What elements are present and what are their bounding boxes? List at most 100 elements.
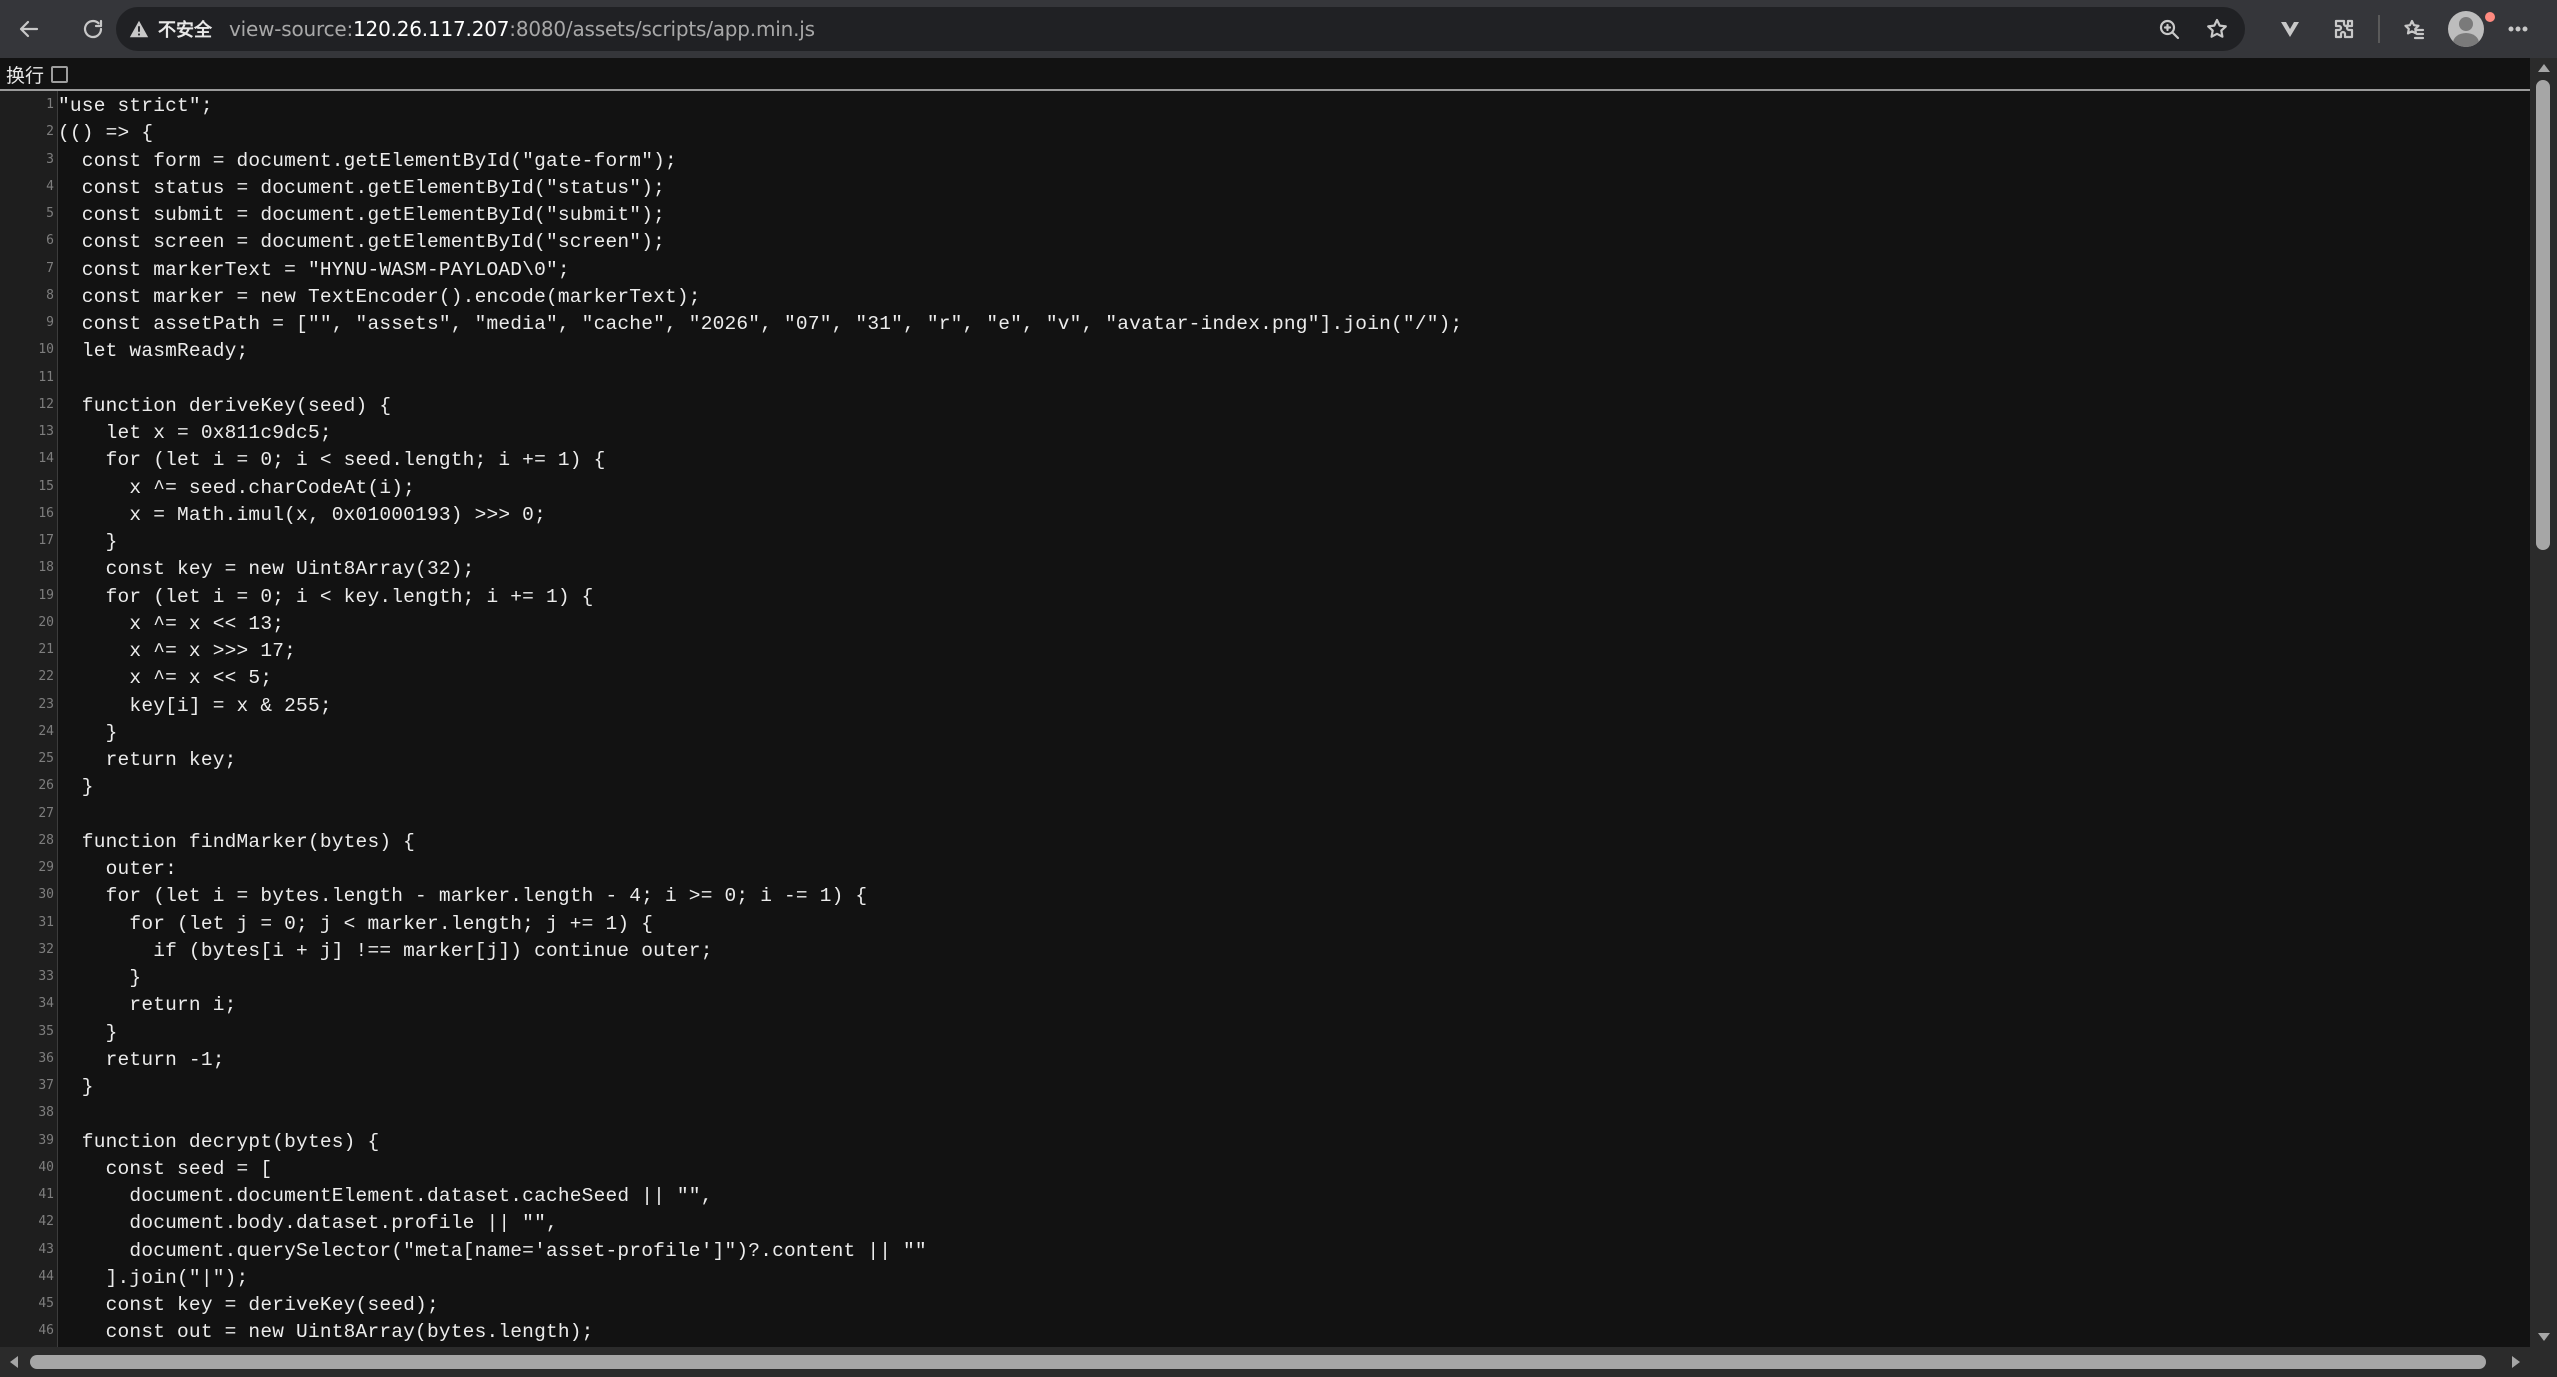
line-code: outer: xyxy=(58,858,178,880)
line-number: 6 xyxy=(46,233,54,249)
source-line: 35 } xyxy=(0,1020,2530,1047)
line-number: 5 xyxy=(46,206,54,221)
line-number: 10 xyxy=(38,342,54,358)
line-number: 44 xyxy=(38,1268,54,1284)
line-code: const status = document.getElementById("… xyxy=(58,176,665,199)
source-line: 1 "use strict"; xyxy=(0,93,2530,120)
horizontal-scroll-thumb[interactable] xyxy=(30,1355,2486,1369)
source-line: 33 } xyxy=(0,965,2530,992)
warning-icon[interactable] xyxy=(128,18,150,40)
line-number: 36 xyxy=(38,1050,54,1066)
reload-icon[interactable] xyxy=(73,9,113,49)
source-line: 13 let x = 0x811c9dc5; xyxy=(0,420,2530,447)
back-arrow-icon[interactable] xyxy=(9,9,49,49)
vertical-scroll-thumb[interactable] xyxy=(2536,80,2550,550)
line-number: 12 xyxy=(38,396,54,412)
source-line: 16 x = Math.imul(x, 0x01000193) >>> 0; xyxy=(0,502,2530,529)
source-line: 37 } xyxy=(0,1074,2530,1101)
line-number: 29 xyxy=(38,860,54,875)
wrap-checkbox[interactable] xyxy=(51,65,69,83)
line-number: 4 xyxy=(46,178,54,194)
zoom-icon[interactable] xyxy=(2149,9,2189,49)
line-number: 8 xyxy=(46,287,54,303)
line-code: } xyxy=(58,967,142,989)
line-number: 14 xyxy=(38,451,54,467)
source-line: 24 } xyxy=(0,720,2530,747)
line-number: 33 xyxy=(38,969,54,984)
scroll-left-arrow[interactable] xyxy=(10,1356,18,1368)
source-line: 46 const out = new Uint8Array(bytes.leng… xyxy=(0,1319,2530,1346)
notification-dot xyxy=(2485,12,2495,22)
line-code: x = Math.imul(x, 0x01000193) >>> 0; xyxy=(58,503,546,526)
source-line: 3 const form = document.getElementById("… xyxy=(0,148,2530,175)
source-line: 41 document.documentElement.dataset.cach… xyxy=(0,1183,2530,1210)
vertical-scrollbar[interactable] xyxy=(2530,58,2557,1347)
line-code: const key = new Uint8Array(32); xyxy=(58,558,475,581)
line-number: 25 xyxy=(38,751,54,766)
line-code: function decrypt(bytes) { xyxy=(58,1130,380,1153)
source-line: 19 for (let i = 0; i < key.length; i += … xyxy=(0,584,2530,611)
line-number: 23 xyxy=(38,696,54,712)
vue-devtools-icon[interactable] xyxy=(2270,9,2310,49)
source-lines: 1 "use strict"; 2(() => {3 const form = do… xyxy=(0,93,2530,1347)
url-host: 120.26.117.207 xyxy=(353,17,510,41)
line-number: 7 xyxy=(46,260,54,276)
line-code: for (let i = 0; i < key.length; i += 1) … xyxy=(58,585,594,608)
source-line: 6 const screen = document.getElementById… xyxy=(0,229,2530,256)
line-code: const key = deriveKey(seed); xyxy=(58,1294,439,1316)
line-code: const markerText = "HYNU-WASM-PAYLOAD\0"… xyxy=(58,258,570,281)
line-code: function deriveKey(seed) { xyxy=(58,394,392,417)
source-line: 26 } xyxy=(0,774,2530,801)
wrap-toggle-bar: 换行 xyxy=(0,58,2530,90)
line-number: 3 xyxy=(46,151,54,167)
source-line: 32 if (bytes[i + j] !== marker[j]) conti… xyxy=(0,938,2530,965)
line-number: 21 xyxy=(38,642,54,657)
source-view: 1 "use strict"; 2(() => {3 const form = do… xyxy=(0,91,2530,1347)
bookmark-star-icon[interactable] xyxy=(2197,9,2237,49)
line-code: x ^= x << 13; xyxy=(58,612,285,635)
line-code: ].join("|"); xyxy=(58,1266,249,1289)
wrap-label: 换行 xyxy=(6,64,45,87)
source-line: 18 const key = new Uint8Array(32); xyxy=(0,556,2530,583)
source-line: 10 let wasmReady; xyxy=(0,338,2530,365)
line-number: 24 xyxy=(38,723,54,739)
line-code: document.documentElement.dataset.cacheSe… xyxy=(58,1185,713,1207)
source-line: 39 function decrypt(bytes) { xyxy=(0,1129,2530,1156)
source-line: 36 return -1; xyxy=(0,1047,2530,1074)
line-number: 38 xyxy=(38,1105,54,1121)
line-number: 20 xyxy=(38,614,54,630)
scroll-right-arrow[interactable] xyxy=(2512,1356,2520,1368)
line-number: 26 xyxy=(38,778,54,794)
security-label[interactable]: 不安全 xyxy=(158,16,212,42)
source-line: 21 x ^= x >>> 17; xyxy=(0,638,2530,665)
source-line: 30 for (let i = bytes.length - marker.le… xyxy=(0,883,2530,910)
line-code: x ^= x << 5; xyxy=(58,667,273,690)
more-icon[interactable] xyxy=(2498,9,2538,49)
url-text[interactable]: view-source:120.26.117.207:8080/assets/s… xyxy=(229,17,815,41)
line-code: return key; xyxy=(58,749,237,771)
favorites-icon[interactable] xyxy=(2394,9,2434,49)
line-number: 19 xyxy=(38,587,54,603)
extensions-icon[interactable] xyxy=(2324,9,2364,49)
line-number: 30 xyxy=(38,887,54,903)
source-line: 40 const seed = [ xyxy=(0,1156,2530,1183)
line-code: } xyxy=(58,721,118,744)
browser-toolbar: 不安全 view-source:120.26.117.207:8080/asse… xyxy=(0,0,2557,58)
source-line: 28 function findMarker(bytes) { xyxy=(0,829,2530,856)
source-line: 9 const assetPath = ["", "assets", "medi… xyxy=(0,311,2530,338)
line-number: 13 xyxy=(38,424,54,439)
line-code: } xyxy=(58,776,94,799)
source-line: 31 for (let j = 0; j < marker.length; j … xyxy=(0,911,2530,938)
line-code: if (bytes[i + j] !== marker[j]) continue… xyxy=(58,939,713,962)
scroll-up-arrow[interactable] xyxy=(2538,64,2550,72)
line-code: const submit = document.getElementById("… xyxy=(58,204,665,226)
source-line: 44 ].join("|"); xyxy=(0,1265,2530,1292)
source-line: 20 x ^= x << 13; xyxy=(0,611,2530,638)
line-number: 17 xyxy=(38,533,54,548)
horizontal-scrollbar[interactable] xyxy=(0,1347,2530,1377)
line-number: 11 xyxy=(38,369,54,385)
address-bar[interactable]: 不安全 view-source:120.26.117.207:8080/asse… xyxy=(116,7,2245,51)
profile-avatar[interactable] xyxy=(2448,11,2484,47)
source-line: 38 xyxy=(0,1101,2530,1128)
scroll-down-arrow[interactable] xyxy=(2538,1333,2550,1341)
